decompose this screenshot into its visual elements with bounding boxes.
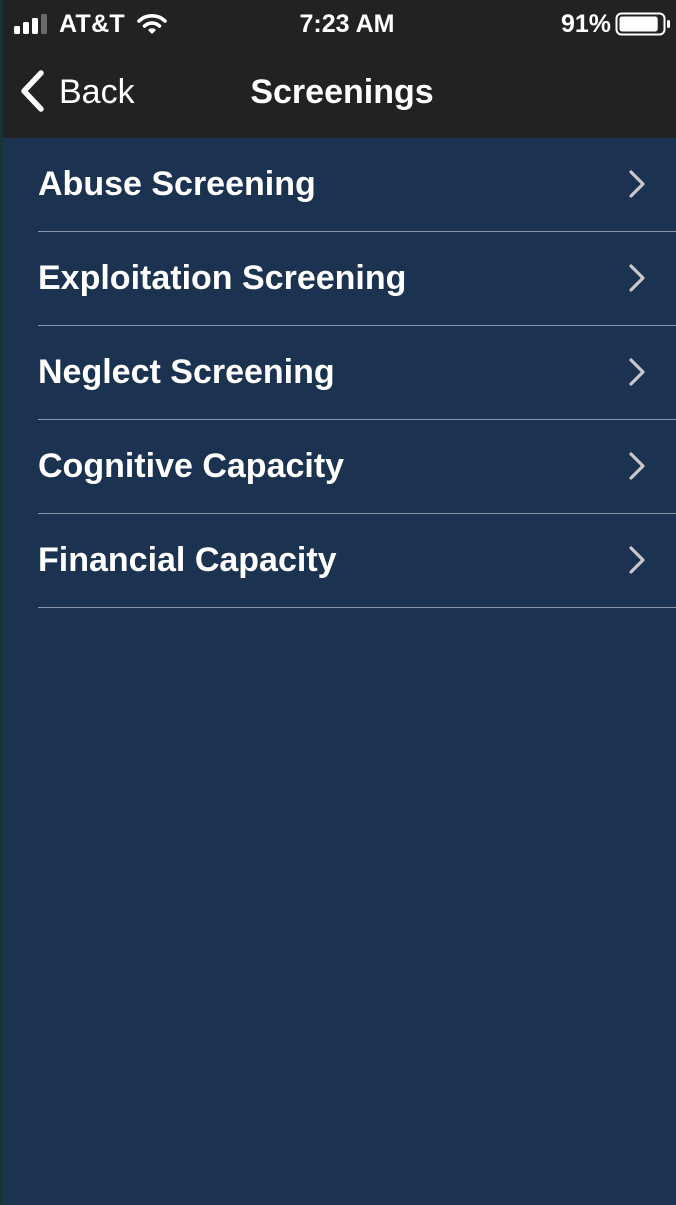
app-screen: AT&T 7:23 AM 91% Back Screenings Abuse S…	[3, 0, 676, 1205]
list-item-neglect-screening[interactable]: Neglect Screening	[3, 326, 676, 420]
screenings-list: Abuse Screening Exploitation Screening N…	[3, 138, 676, 608]
battery-icon	[615, 12, 670, 36]
chevron-right-icon	[629, 546, 645, 574]
navigation-bar: Back Screenings	[3, 48, 676, 138]
chevron-right-icon	[629, 358, 645, 386]
battery-percentage: 91%	[560, 10, 611, 38]
list-item-label: Exploitation Screening	[38, 259, 407, 297]
list-item-label: Financial Capacity	[38, 541, 337, 579]
chevron-right-icon	[629, 170, 645, 198]
list-item-abuse-screening[interactable]: Abuse Screening	[3, 138, 676, 232]
separator	[38, 607, 676, 608]
list-item-cognitive-capacity[interactable]: Cognitive Capacity	[3, 420, 676, 514]
page-title: Screenings	[250, 73, 434, 111]
list-item-financial-capacity[interactable]: Financial Capacity	[3, 514, 676, 608]
list-item-exploitation-screening[interactable]: Exploitation Screening	[3, 232, 676, 326]
status-bar: AT&T 7:23 AM 91%	[3, 0, 676, 48]
top-bar: AT&T 7:23 AM 91% Back Screenings	[3, 0, 676, 138]
chevron-right-icon	[629, 452, 645, 480]
list-item-label: Neglect Screening	[38, 353, 335, 391]
list-item-label: Cognitive Capacity	[38, 447, 345, 485]
status-time: 7:23 AM	[299, 10, 395, 38]
list-item-label: Abuse Screening	[38, 165, 316, 203]
chevron-right-icon	[629, 264, 645, 292]
